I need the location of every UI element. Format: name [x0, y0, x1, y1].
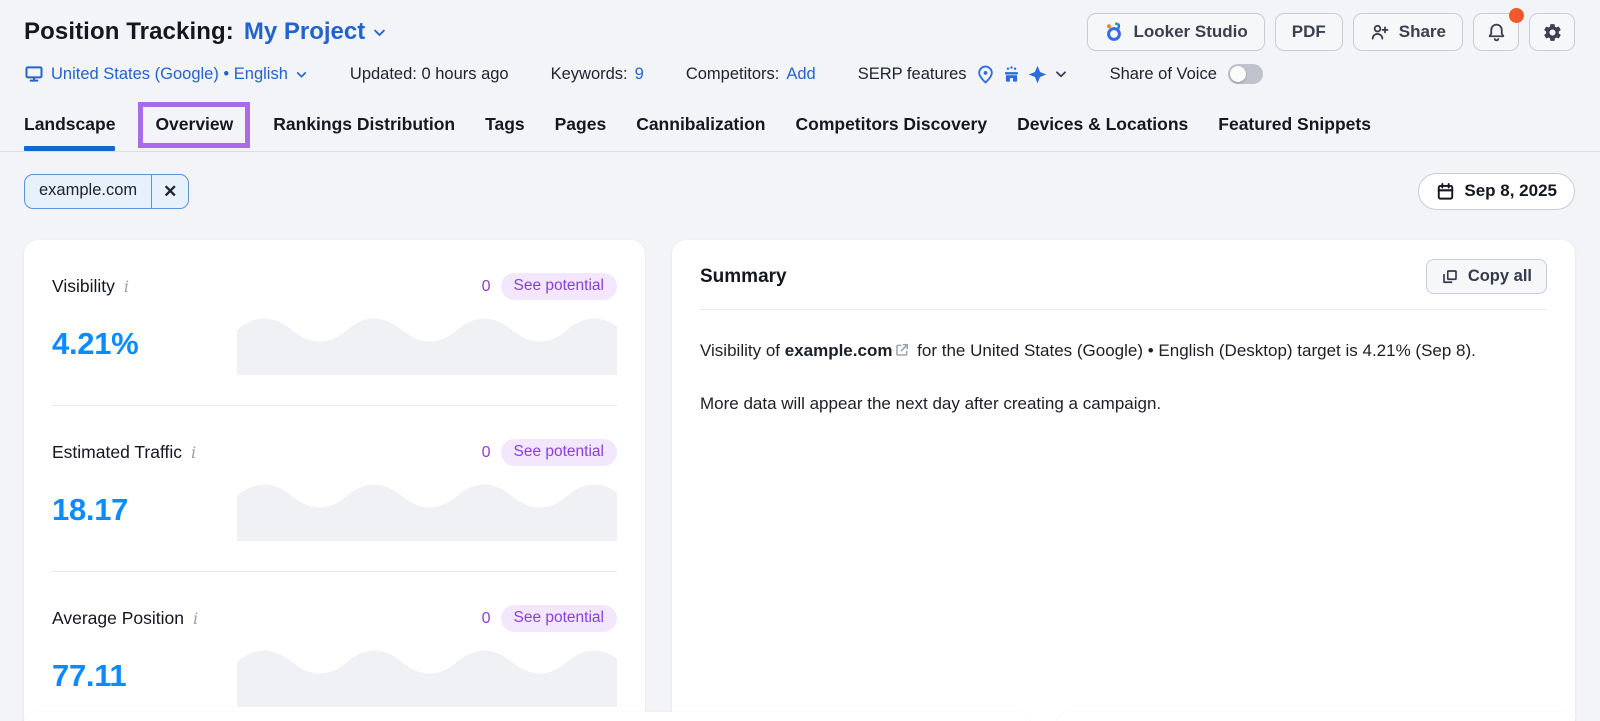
bell-icon	[1486, 22, 1507, 43]
chevron-down-icon	[372, 25, 387, 40]
looker-studio-button[interactable]: Looker Studio	[1087, 13, 1264, 51]
metric-label: Average Position	[52, 608, 184, 629]
potential-count: 0	[482, 444, 491, 462]
toggle-knob	[1230, 66, 1246, 82]
gear-icon	[1542, 22, 1563, 43]
see-potential-badge[interactable]: See potential	[501, 439, 618, 466]
metric-average-position: Average Position i 0 See potential 77.11	[52, 571, 617, 721]
metric-label: Estimated Traffic	[52, 442, 182, 463]
share-of-voice-control: Share of Voice	[1110, 64, 1263, 84]
metric-value: 4.21%	[52, 326, 138, 362]
notification-dot	[1509, 8, 1524, 23]
summary-domain: example.com	[785, 341, 893, 360]
filter-bar: example.com ✕ Sep 8, 2025	[0, 173, 1600, 210]
potential-count: 0	[482, 610, 491, 628]
info-icon[interactable]: i	[191, 443, 196, 462]
sparkline-placeholder	[237, 645, 617, 707]
summary-paragraph-2: More data will appear the next day after…	[700, 390, 1532, 419]
metrics-card: Visibility i 0 See potential 4.21%	[24, 240, 645, 721]
competitors-meta: Competitors: Add	[686, 65, 816, 84]
summary-text: Visibility of example.com for the United…	[700, 310, 1532, 445]
copy-all-label: Copy all	[1468, 267, 1532, 286]
notifications-button[interactable]	[1473, 13, 1519, 51]
metric-value: 77.11	[52, 658, 126, 694]
tab-rankings-distribution[interactable]: Rankings Distribution	[273, 114, 455, 151]
updated-status: Updated: 0 hours ago	[350, 65, 509, 84]
copy-all-button[interactable]: Copy all	[1426, 259, 1547, 294]
chevron-down-icon	[1054, 67, 1068, 81]
share-button[interactable]: Share	[1353, 13, 1463, 51]
report-tabs: Landscape Overview Rankings Distribution…	[0, 114, 1600, 152]
page-title: Position Tracking:	[24, 18, 234, 46]
pdf-label: PDF	[1292, 22, 1326, 42]
serp-features-label: SERP features	[858, 65, 967, 84]
share-label: Share	[1399, 22, 1446, 42]
looker-studio-label: Looker Studio	[1133, 22, 1247, 42]
info-icon[interactable]: i	[193, 609, 198, 628]
next-card-partial	[1057, 712, 1575, 721]
tab-landscape[interactable]: Landscape	[24, 114, 115, 151]
summary-p1-before: Visibility of	[700, 341, 785, 360]
metric-visibility: Visibility i 0 See potential 4.21%	[52, 240, 617, 405]
tab-competitors-discovery[interactable]: Competitors Discovery	[796, 114, 988, 151]
metric-value: 18.17	[52, 492, 128, 528]
share-of-voice-label: Share of Voice	[1110, 65, 1217, 84]
summary-title: Summary	[700, 266, 787, 288]
looker-studio-icon	[1104, 22, 1124, 42]
header: Position Tracking: My Project Lo	[0, 0, 1600, 51]
local-pack-icon	[1002, 65, 1021, 84]
project-selector[interactable]: My Project	[244, 18, 387, 46]
competitors-add-link[interactable]: Add	[786, 65, 815, 84]
date-label: Sep 8, 2025	[1464, 181, 1557, 201]
potential-count: 0	[482, 278, 491, 296]
see-potential-badge[interactable]: See potential	[501, 605, 618, 632]
tab-cannibalization[interactable]: Cannibalization	[636, 114, 765, 151]
project-name: My Project	[244, 18, 365, 46]
pdf-button[interactable]: PDF	[1275, 13, 1343, 51]
target-selector[interactable]: United States (Google) • English	[24, 64, 308, 84]
summary-p1-after: for the United States (Google) • English…	[912, 341, 1475, 360]
monitor-icon	[24, 64, 44, 84]
competitors-label: Competitors:	[686, 65, 780, 84]
serp-features-selector[interactable]: SERP features	[858, 65, 1068, 84]
serp-diamond-icon	[1028, 65, 1047, 84]
share-of-voice-toggle[interactable]	[1228, 64, 1263, 84]
content-cards: Visibility i 0 See potential 4.21%	[0, 240, 1600, 721]
chevron-down-icon	[295, 68, 308, 81]
domain-chip-label: example.com	[25, 175, 151, 208]
sparkline-placeholder	[237, 479, 617, 541]
header-actions: Looker Studio PDF Share	[1087, 13, 1575, 51]
tab-tags[interactable]: Tags	[485, 114, 525, 151]
keywords-count-link[interactable]: 9	[635, 65, 644, 84]
metric-estimated-traffic: Estimated Traffic i 0 See potential 18.1…	[52, 405, 617, 571]
date-picker-button[interactable]: Sep 8, 2025	[1418, 173, 1575, 210]
tab-devices-locations[interactable]: Devices & Locations	[1017, 114, 1188, 151]
domain-filter-chip[interactable]: example.com ✕	[24, 174, 189, 209]
info-icon[interactable]: i	[124, 277, 129, 296]
see-potential-badge[interactable]: See potential	[501, 273, 618, 300]
tab-overview[interactable]: Overview	[138, 102, 250, 148]
calendar-icon	[1436, 182, 1455, 201]
metric-label: Visibility	[52, 276, 115, 297]
campaign-meta-bar: United States (Google) • English Updated…	[0, 64, 1600, 84]
settings-button[interactable]	[1529, 13, 1575, 51]
external-link-icon[interactable]	[894, 342, 910, 358]
target-label: United States (Google) • English	[51, 65, 288, 84]
keywords-label: Keywords:	[551, 65, 628, 84]
keywords-meta: Keywords: 9	[551, 65, 644, 84]
summary-card: Summary Copy all Visibility of example.c…	[672, 240, 1575, 721]
copy-icon	[1441, 268, 1459, 286]
sparkline-placeholder	[237, 313, 617, 375]
tab-pages[interactable]: Pages	[555, 114, 607, 151]
location-pin-icon	[976, 65, 995, 84]
close-icon[interactable]: ✕	[151, 175, 188, 208]
next-card-partial	[24, 712, 1030, 721]
summary-paragraph-1: Visibility of example.com for the United…	[700, 337, 1532, 366]
position-tracking-page: Position Tracking: My Project Lo	[0, 0, 1600, 721]
tab-featured-snippets[interactable]: Featured Snippets	[1218, 114, 1371, 151]
person-add-icon	[1370, 22, 1390, 42]
